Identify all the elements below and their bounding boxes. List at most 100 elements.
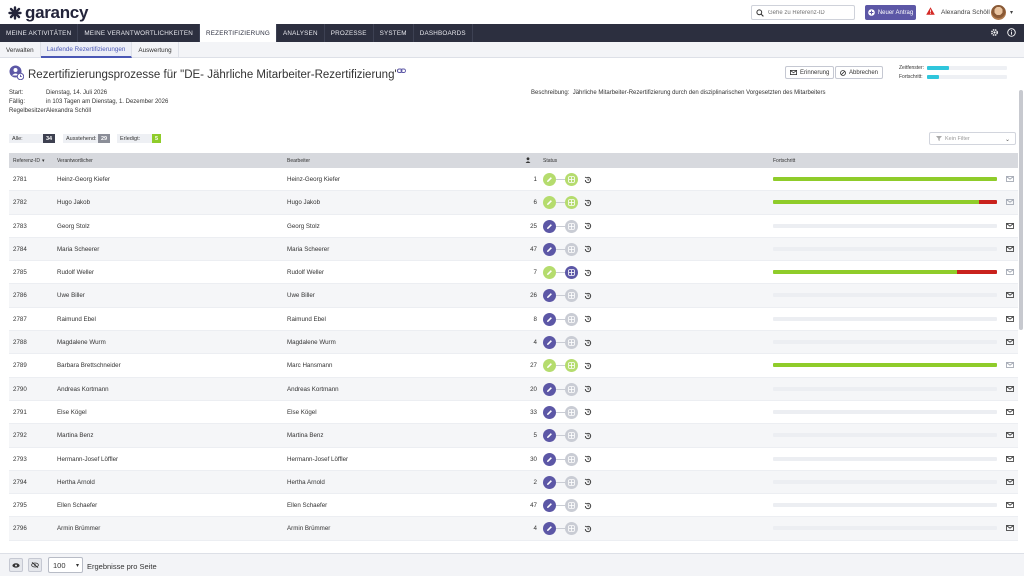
history-icon[interactable] xyxy=(583,408,592,417)
table-row[interactable]: 2789 Barbara Brettschneider Marc Hansmann 2… xyxy=(9,354,1018,378)
table-row[interactable]: 2791 Else Kögel Else Kögel 33 xyxy=(9,401,1018,425)
nav-item-system[interactable]: SYSTEM xyxy=(374,24,414,42)
page-size-select[interactable]: 100 ▾ xyxy=(48,557,83,573)
approval-status-icon[interactable] xyxy=(565,289,578,303)
table-row[interactable]: 2785 Rudolf Weller Rudolf Weller 7 xyxy=(9,261,1018,285)
user-name[interactable]: Alexandra Schöll xyxy=(941,9,990,16)
table-row[interactable]: 2796 Armin Brümmer Armin Brümmer 4 xyxy=(9,517,1018,541)
avatar[interactable] xyxy=(991,5,1006,20)
history-icon[interactable] xyxy=(583,268,592,277)
envelope-icon[interactable] xyxy=(1006,432,1014,439)
envelope-icon[interactable] xyxy=(1006,409,1014,415)
envelope-icon[interactable] xyxy=(1006,502,1014,509)
table-row[interactable]: 2783 Georg Stolz Georg Stolz 25 xyxy=(9,215,1018,238)
history-icon[interactable] xyxy=(583,455,592,464)
nav-item-my-responsibilities[interactable]: MEINE VERANTWORTLICHKEITEN xyxy=(78,24,200,42)
edit-status-icon[interactable] xyxy=(543,196,556,210)
column-status[interactable]: Status xyxy=(543,158,557,164)
envelope-icon[interactable] xyxy=(1006,385,1014,392)
approval-status-icon[interactable] xyxy=(565,429,578,443)
table-row[interactable]: 2792 Martina Benz Martina Benz 5 xyxy=(9,424,1018,448)
edit-status-icon[interactable] xyxy=(543,405,556,419)
history-icon[interactable] xyxy=(583,175,592,184)
column-progress[interactable]: Fortschritt xyxy=(773,158,795,164)
edit-status-icon[interactable] xyxy=(543,219,556,233)
edit-status-icon[interactable] xyxy=(543,499,556,513)
envelope-icon[interactable] xyxy=(1006,199,1014,206)
edit-status-icon[interactable] xyxy=(543,429,556,443)
tab-manage[interactable]: Verwalten xyxy=(0,42,41,58)
table-row[interactable]: 2795 Ellen Schaefer Ellen Schaefer 47 xyxy=(9,494,1018,518)
history-icon[interactable] xyxy=(583,338,592,347)
history-icon[interactable] xyxy=(583,315,592,324)
edit-status-icon[interactable] xyxy=(543,289,556,303)
envelope-icon[interactable] xyxy=(1006,315,1014,322)
approval-status-icon[interactable] xyxy=(565,219,578,233)
approval-status-icon[interactable] xyxy=(565,266,578,280)
table-row[interactable]: 2790 Andreas Kortmann Andreas Kortmann 20 xyxy=(9,377,1018,401)
history-icon[interactable] xyxy=(583,478,592,487)
approval-status-icon[interactable] xyxy=(565,312,578,326)
edit-status-icon[interactable] xyxy=(543,452,556,466)
approval-status-icon[interactable] xyxy=(565,499,578,513)
approval-status-icon[interactable] xyxy=(565,336,578,350)
approval-status-icon[interactable] xyxy=(565,475,578,489)
reminder-button[interactable]: Erinnerung xyxy=(785,66,835,79)
envelope-icon[interactable] xyxy=(1006,339,1014,345)
history-icon[interactable] xyxy=(583,361,592,370)
edit-status-icon[interactable] xyxy=(543,336,556,350)
counter-all[interactable]: Alle: 34 xyxy=(9,134,56,143)
history-icon[interactable] xyxy=(583,431,592,440)
table-row[interactable]: 2784 Maria Scheerer Maria Scheerer 47 xyxy=(9,237,1018,262)
search-box[interactable] xyxy=(751,5,855,20)
table-row[interactable]: 2793 Hermann-Josef Löffler Hermann-Josef L… xyxy=(9,448,1018,471)
edit-status-icon[interactable] xyxy=(543,522,556,536)
logo[interactable]: garancy xyxy=(8,3,88,23)
edit-status-icon[interactable] xyxy=(543,359,556,373)
approval-status-icon[interactable] xyxy=(565,359,578,373)
sort-down-icon[interactable]: ▾ xyxy=(42,158,45,164)
column-owner[interactable]: Verantwortlicher xyxy=(57,158,93,164)
approval-status-icon[interactable] xyxy=(565,382,578,396)
table-row[interactable]: 2781 Heinz-Georg Kiefer Heinz-Georg Kiefer… xyxy=(9,168,1018,192)
history-icon[interactable] xyxy=(583,291,592,300)
nav-item-my-activities[interactable]: MEINE AKTIVITÄTEN xyxy=(0,24,79,42)
table-row[interactable]: 2782 Hugo Jakob Hugo Jakob 6 xyxy=(9,191,1018,215)
nav-item-recertification[interactable]: REZERTIFIZIERUNG xyxy=(200,24,277,42)
approval-status-icon[interactable] xyxy=(565,522,578,536)
table-row[interactable]: 2787 Raimund Ebel Raimund Ebel 8 xyxy=(9,308,1018,332)
new-request-button[interactable]: Neuer Antrag xyxy=(865,5,916,20)
history-icon[interactable] xyxy=(583,222,592,231)
approval-status-icon[interactable] xyxy=(565,242,578,256)
envelope-icon[interactable] xyxy=(1006,455,1014,462)
hide-toggle-button[interactable] xyxy=(28,558,42,572)
table-row[interactable]: 2786 Uwe Biller Uwe Biller 26 xyxy=(9,284,1018,308)
history-icon[interactable] xyxy=(583,245,592,254)
envelope-icon[interactable] xyxy=(1006,525,1014,532)
history-icon[interactable] xyxy=(583,524,592,533)
approval-status-icon[interactable] xyxy=(565,196,578,210)
tab-running-recertifications[interactable]: Laufende Rezertifizierungen xyxy=(40,42,133,58)
table-row[interactable]: 2794 Hertha Arnold Hertha Arnold 2 xyxy=(9,470,1018,495)
edit-status-icon[interactable] xyxy=(543,266,556,280)
history-icon[interactable] xyxy=(583,198,592,207)
edit-status-icon[interactable] xyxy=(543,475,556,489)
edit-status-icon[interactable] xyxy=(543,382,556,396)
user-menu-caret-icon[interactable]: ▾ xyxy=(1010,9,1013,16)
envelope-icon[interactable] xyxy=(1006,292,1014,299)
history-icon[interactable] xyxy=(583,501,592,510)
link-icon[interactable] xyxy=(397,68,406,74)
edit-status-icon[interactable] xyxy=(543,242,556,256)
column-editor[interactable]: Bearbeiter xyxy=(287,158,310,164)
scrollbar[interactable] xyxy=(1019,90,1023,330)
search-input[interactable] xyxy=(768,9,852,16)
approval-status-icon[interactable] xyxy=(565,173,578,186)
nav-item-analyses[interactable]: ANALYSEN xyxy=(277,24,325,42)
edit-status-icon[interactable] xyxy=(543,173,556,186)
envelope-icon[interactable] xyxy=(1006,362,1014,369)
table-row[interactable]: 2788 Magdalene Wurm Magdalene Wurm 4 xyxy=(9,331,1018,355)
info-icon[interactable] xyxy=(1007,28,1016,37)
nav-item-processes[interactable]: PROZESSE xyxy=(325,24,374,42)
edit-status-icon[interactable] xyxy=(543,312,556,326)
person-icon[interactable] xyxy=(525,157,531,163)
